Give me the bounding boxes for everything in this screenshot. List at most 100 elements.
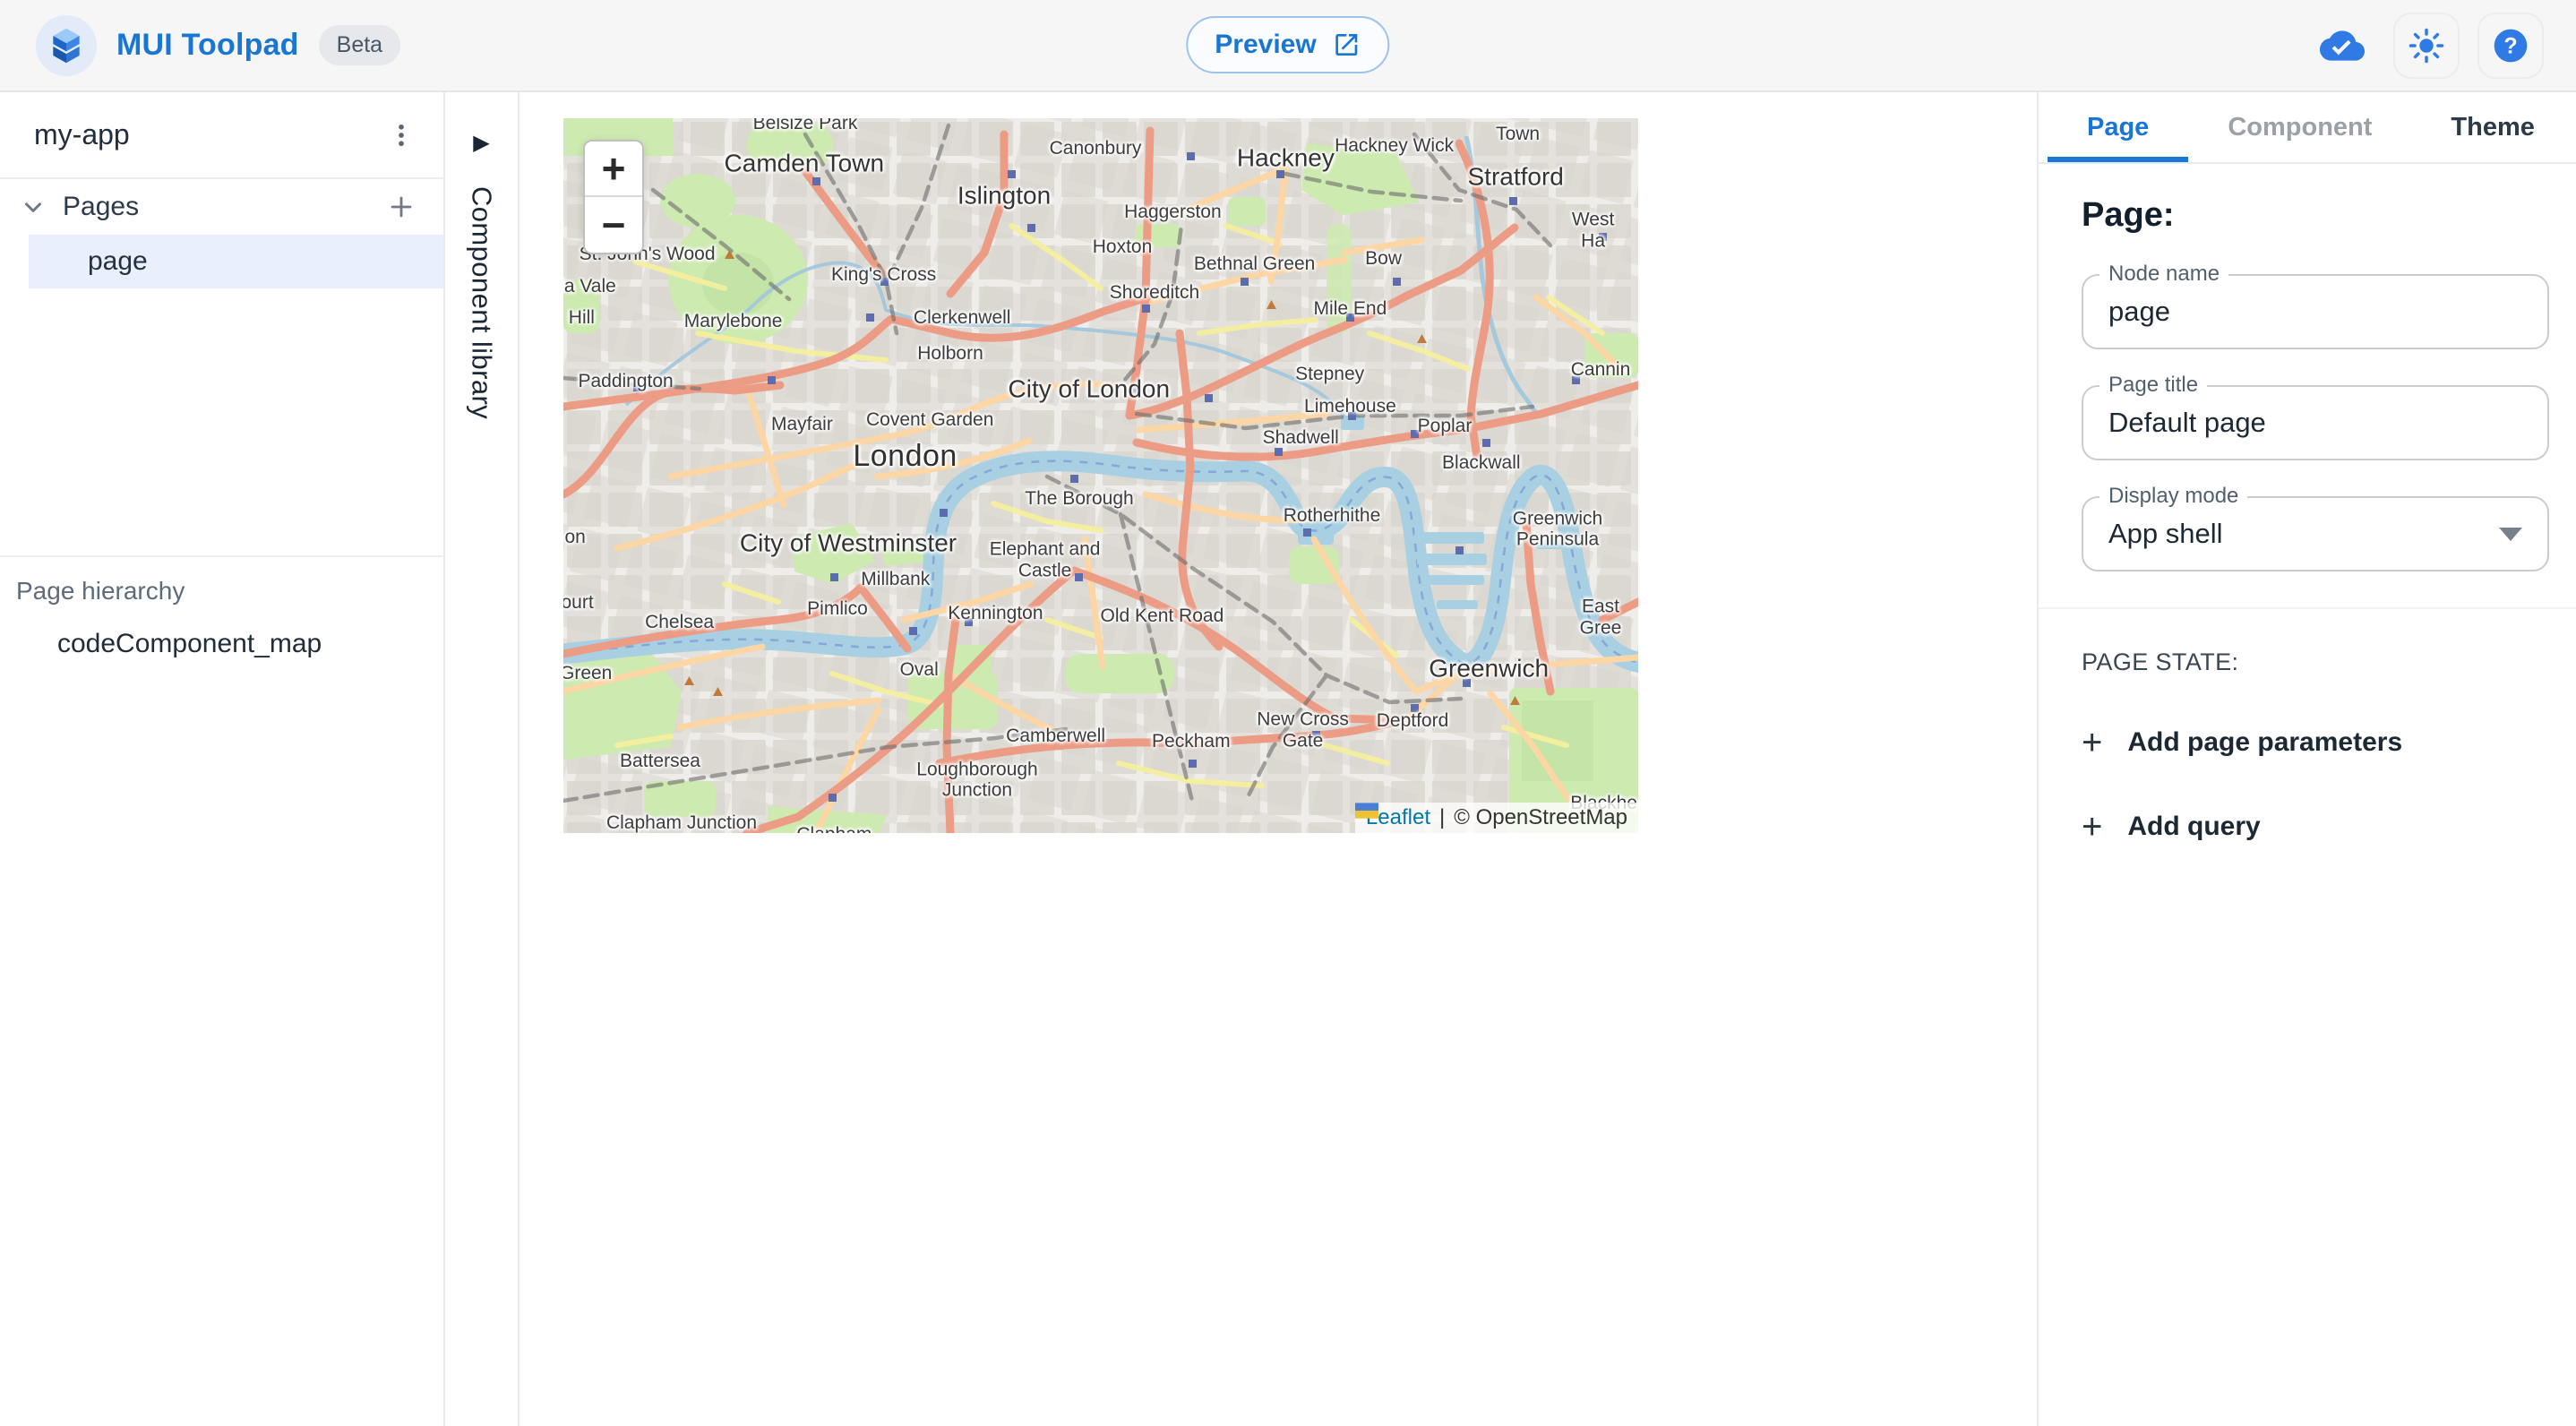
display-mode-select[interactable]: Display mode App shell: [2082, 496, 2549, 571]
node-name-field: Node name: [2082, 274, 2549, 349]
map-label: London: [853, 439, 957, 473]
map-label: Town: [1496, 125, 1540, 146]
map-label: Mayfair: [771, 415, 833, 436]
map-label: Marylebone: [684, 311, 783, 332]
map-label: Covent Garden: [866, 409, 993, 431]
brand: MUI Toolpad Beta: [36, 15, 400, 76]
map-label: Battersea: [620, 751, 700, 772]
leaflet-map-component[interactable]: Belsize ParkCamden TownTownHackney WickC…: [563, 118, 1638, 833]
map-label: Poplar: [1418, 416, 1473, 437]
app-name: my-app: [34, 118, 386, 151]
sidebar-item-page[interactable]: page: [29, 235, 443, 288]
display-mode-label: Display mode: [2099, 484, 2247, 509]
page-item-label: page: [88, 246, 148, 277]
map-label: Hackney: [1237, 143, 1335, 171]
map-label: Shadwell: [1263, 427, 1339, 449]
zoom-in-button[interactable]: +: [585, 142, 642, 197]
tab-theme[interactable]: Theme: [2411, 92, 2573, 162]
component-library-label: Component library: [466, 186, 498, 419]
map-label: Limehouse: [1304, 396, 1396, 417]
tab-component[interactable]: Component: [2188, 92, 2411, 162]
inspector-tabs: Page Component Theme: [2039, 92, 2576, 164]
attribution-separator: |: [1439, 805, 1445, 830]
kebab-menu-icon[interactable]: [386, 120, 416, 150]
tab-page[interactable]: Page: [2048, 92, 2188, 162]
help-icon[interactable]: ?: [2477, 13, 2544, 79]
map-label: Kennington: [948, 603, 1043, 624]
map-label: Islington: [957, 181, 1051, 209]
ukraine-flag-icon: [1355, 803, 1378, 819]
map-zoom-control: + −: [583, 140, 644, 254]
hierarchy-item-codecomponent-map[interactable]: codeComponent_map: [57, 629, 443, 659]
page-title-label: Page title: [2099, 373, 2207, 398]
map-label: Haggerston: [1124, 202, 1222, 223]
add-query-button[interactable]: + Add query: [2082, 809, 2261, 845]
map-label: Canonbury: [1050, 139, 1142, 160]
plus-icon: +: [2082, 809, 2102, 845]
pages-section-label: Pages: [63, 192, 370, 222]
light-mode-icon[interactable]: [2393, 13, 2460, 79]
toolpad-editor: MUI Toolpad Beta Preview: [0, 0, 2576, 1426]
map-label: Clapham Junction: [606, 812, 757, 833]
preview-button[interactable]: Preview: [1186, 16, 1389, 73]
map-label: Elephant and Castle: [990, 539, 1101, 581]
add-query-label: Add query: [2127, 812, 2260, 842]
expand-arrow-icon[interactable]: ▶: [473, 130, 489, 156]
app-header: MUI Toolpad Beta Preview: [0, 0, 2576, 92]
map-label: Millbank: [861, 569, 930, 590]
map-label: Hoxton: [1093, 237, 1153, 259]
header-actions: ?: [2309, 0, 2544, 90]
map-label: East Gree: [1580, 596, 1622, 638]
zoom-out-button[interactable]: −: [585, 197, 642, 253]
page-inspector: Page: Node name Page title Display mode …: [2039, 164, 2576, 845]
divider: [2039, 607, 2576, 609]
map-label: ourt: [563, 592, 594, 614]
map-labels: Belsize ParkCamden TownTownHackney WickC…: [563, 118, 1638, 833]
map-label: Stratford: [1467, 163, 1563, 191]
map-label: Rotherhithe: [1284, 505, 1381, 527]
preview-button-label: Preview: [1215, 30, 1316, 60]
map-label: City of London: [1009, 374, 1171, 402]
map-label: King's Cross: [831, 264, 936, 286]
display-mode-value: App shell: [2108, 518, 2499, 550]
map-label: West Ha: [1570, 210, 1615, 252]
map-label: Greenwich Peninsula: [1513, 508, 1602, 550]
mui-toolpad-logo-icon: [36, 15, 97, 76]
open-in-new-icon: [1333, 30, 1361, 59]
osm-attribution: © OpenStreetMap: [1454, 805, 1627, 830]
map-label: Paddington: [578, 371, 673, 392]
map-label: Chelsea: [645, 613, 714, 634]
pages-section-header[interactable]: Pages: [0, 179, 443, 235]
map-label: Stepney: [1295, 364, 1364, 385]
plus-icon: +: [2082, 725, 2102, 760]
map-label: da Vale: [563, 277, 616, 298]
component-library-strip[interactable]: ▶ Component library: [445, 92, 519, 1426]
map-label: Blackwall: [1442, 452, 1521, 474]
chevron-down-icon: [20, 193, 47, 220]
divider: [0, 555, 443, 557]
add-page-parameters-label: Add page parameters: [2127, 727, 2402, 758]
map-label: The Borough: [1025, 488, 1133, 510]
node-name-input[interactable]: [2108, 296, 2522, 328]
map-label: on: [565, 527, 586, 548]
page-title-field: Page title: [2082, 385, 2549, 460]
add-page-parameters-button[interactable]: + Add page parameters: [2082, 725, 2402, 760]
map-label: Clapham: [796, 824, 872, 833]
page-state-label: PAGE STATE:: [2082, 649, 2549, 676]
cloud-done-icon[interactable]: [2309, 13, 2375, 79]
explorer-sidebar: my-app Pages page Page hierarchy codeCom…: [0, 92, 445, 1426]
map-label: Clerkenwell: [914, 308, 1011, 330]
map-label: Camberwell: [1006, 726, 1105, 748]
map-label: Cannin: [1571, 359, 1631, 381]
map-label: Peckham: [1152, 731, 1231, 752]
map-label: Loughborough Junction: [916, 759, 1037, 801]
map-label: Hackney Wick: [1335, 135, 1454, 157]
map-label: Greenwich: [1429, 655, 1549, 683]
map-label: Oval: [900, 659, 939, 681]
add-page-icon[interactable]: [386, 192, 416, 222]
map-label: New Cross Gate: [1257, 709, 1349, 752]
map-label: Shoreditch: [1110, 282, 1199, 304]
page-title-input[interactable]: [2108, 407, 2522, 439]
dropdown-arrow-icon: [2499, 528, 2522, 541]
inspector-panel: Page Component Theme Page: Node name Pag…: [2037, 92, 2576, 1426]
